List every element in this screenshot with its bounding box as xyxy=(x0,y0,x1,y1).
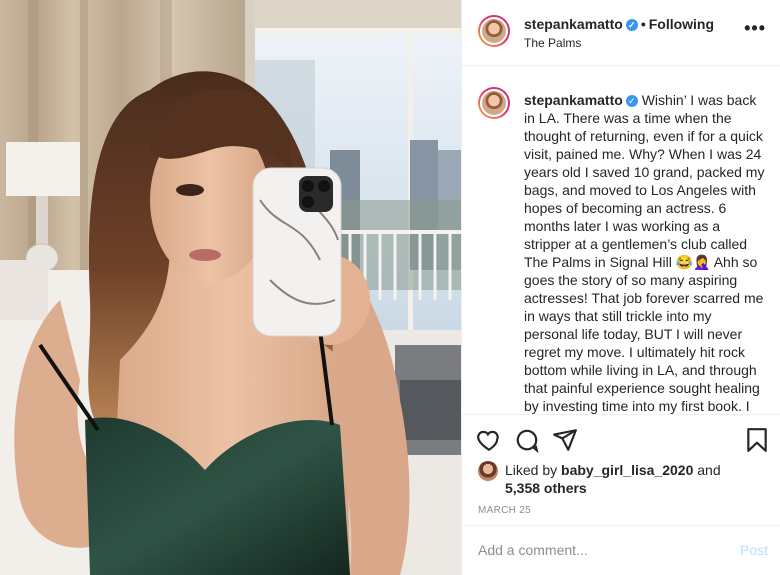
caption-username[interactable]: stepankamatto xyxy=(524,92,623,108)
liked-by-line: Liked by baby_girl_lisa_2020 and xyxy=(505,461,721,479)
liked-by-prefix: Liked by xyxy=(505,462,558,478)
post-date[interactable]: MARCH 25 xyxy=(478,505,531,516)
comment-icon[interactable] xyxy=(514,427,540,454)
mirror-selfie-image xyxy=(0,0,461,575)
post-caption: stepankamatto ✓ Wishin’ I was back in LA.… xyxy=(524,91,768,414)
verified-badge-icon: ✓ xyxy=(625,19,638,31)
author-username[interactable]: stepankamatto xyxy=(524,16,623,32)
separator-dot: • xyxy=(640,16,646,32)
comments-area[interactable]: stepankamatto ✓ Wishin’ I was back in LA.… xyxy=(462,67,780,414)
liker-username[interactable]: baby_girl_lisa_2020 xyxy=(561,462,693,478)
post-location[interactable]: The Palms xyxy=(524,36,581,50)
caption-avatar[interactable] xyxy=(478,87,510,119)
comment-input[interactable] xyxy=(478,540,708,560)
post-header: stepankamatto ✓ • Following The Palms ••• xyxy=(462,0,780,66)
instagram-post: stepankamatto ✓ • Following The Palms ••• s… xyxy=(0,0,780,575)
following-button[interactable]: Following xyxy=(649,16,714,32)
bookmark-icon[interactable] xyxy=(744,427,770,453)
post-comment-button[interactable]: Post xyxy=(740,542,768,558)
heart-icon[interactable] xyxy=(476,427,502,453)
comment-box: Post xyxy=(462,525,780,575)
liker-avatar[interactable] xyxy=(478,461,498,481)
liked-by-conj: and xyxy=(697,462,721,478)
caption-text: Wishin’ I was back in LA. There was a ti… xyxy=(524,92,765,414)
author-line: stepankamatto ✓ • Following xyxy=(524,16,714,32)
post-sidebar: stepankamatto ✓ • Following The Palms ••• s… xyxy=(461,0,780,575)
likes-count[interactable]: 5,358 others xyxy=(505,479,587,497)
share-icon[interactable] xyxy=(552,427,578,453)
more-options-icon[interactable]: ••• xyxy=(744,18,766,39)
author-avatar[interactable] xyxy=(478,15,510,47)
action-bar xyxy=(476,427,770,454)
post-photo[interactable] xyxy=(0,0,461,575)
post-actions-section: Liked by baby_girl_lisa_2020 and 5,358 o… xyxy=(462,414,780,516)
verified-badge-icon: ✓ xyxy=(625,95,638,107)
